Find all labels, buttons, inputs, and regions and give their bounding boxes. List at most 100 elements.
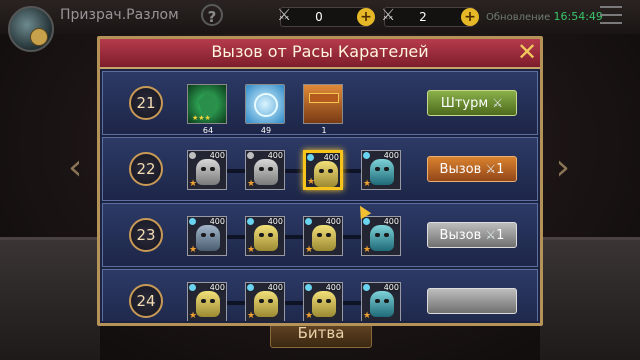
enemy-portrait[interactable]: 400 ★ <box>361 282 401 321</box>
stage-number: 22 <box>129 152 163 186</box>
enemy-portrait[interactable]: 400 ★ <box>187 150 227 190</box>
rank-star-icon: ★ <box>363 245 372 255</box>
challenge-row: 22 400 ★ 400 ★ 400 ★ 400 ★ Вызов ⚔1 <box>102 137 538 201</box>
element-dot-icon <box>189 218 196 225</box>
enemy-level: 400 <box>325 283 341 292</box>
resource-value-1: 0 <box>315 10 323 24</box>
rank-star-icon: ★ <box>305 245 314 255</box>
element-dot-icon <box>305 218 312 225</box>
element-dot-icon <box>247 284 254 291</box>
dialog-title: Вызов от Расы Карателей <box>211 42 429 61</box>
challenge-row: 23 400 ★ 400 ★ 400 ★ 400 ★ Вызов ⚔1 <box>102 203 538 267</box>
location-title: Призрач.Разлом <box>60 7 179 23</box>
rank-star-icon: ★ <box>189 311 198 321</box>
rank-star-icon: ★ <box>363 311 372 321</box>
enemy-portrait[interactable]: 400 ★ <box>361 216 401 256</box>
enemy-portrait[interactable]: 400 ★ <box>303 150 343 190</box>
resource-value-2: 2 <box>419 10 427 24</box>
element-dot-icon <box>189 284 196 291</box>
rank-star-icon: ★ <box>189 245 198 255</box>
monster-face-icon <box>254 159 278 185</box>
reward-count: 1 <box>321 126 327 135</box>
enemy-portrait[interactable]: 400 ★ <box>361 150 401 190</box>
green-gem-reward-icon[interactable]: ★★★ 64 <box>187 84 227 135</box>
element-dot-icon <box>247 218 254 225</box>
avatar[interactable] <box>8 6 54 52</box>
assault-button[interactable]: Штурм ⚔ <box>427 90 517 116</box>
enemy-level: 400 <box>209 283 225 292</box>
add-resource-2-button[interactable]: + <box>461 8 479 26</box>
challenge-dialog: Вызов от Расы Карателей ✕ 21 ★★★ 64 49 1 Штур… <box>97 36 543 326</box>
stage-number: 23 <box>129 218 163 252</box>
challenge-row: 24 400 ★ 400 ★ 400 ★ 400 ★ <box>102 269 538 321</box>
button-label: Вызов <box>439 228 482 243</box>
dialog-header: Вызов от Расы Карателей ✕ <box>100 39 540 69</box>
challenge-button[interactable]: Вызов ⚔1 <box>427 222 517 248</box>
enemy-level: 400 <box>267 151 283 160</box>
element-dot-icon <box>307 154 314 161</box>
crossed-swords-icon: ⚔ <box>485 228 497 242</box>
rank-star-icon: ★ <box>247 179 256 189</box>
button-label: Вызов <box>439 162 482 177</box>
update-label: Обновление <box>486 12 551 23</box>
enemy-level: 400 <box>267 283 283 292</box>
enemy-portrait[interactable]: 400 ★ <box>187 216 227 256</box>
crossed-swords-icon: ⚔ <box>485 162 497 176</box>
challenge-button[interactable] <box>427 288 517 314</box>
monster-face-icon <box>370 291 394 317</box>
help-icon[interactable]: ? <box>201 4 223 26</box>
enemy-portrait[interactable]: 400 ★ <box>245 150 285 190</box>
monster-face-icon <box>254 225 278 251</box>
menu-icon[interactable] <box>596 0 626 28</box>
enemy-level: 400 <box>323 153 339 162</box>
nav-left-arrow-icon[interactable]: ‹ <box>68 150 82 186</box>
challenge-list[interactable]: 21 ★★★ 64 49 1 Штурм ⚔ 22 400 ★ 400 ★ 400 ★ 400 ★ Вызов… <box>102 71 538 321</box>
close-button[interactable]: ✕ <box>516 40 538 64</box>
monster-face-icon <box>312 291 336 317</box>
monster-face-icon <box>196 291 220 317</box>
enemy-portrait[interactable]: 400 ★ <box>303 216 343 256</box>
reward-count: 49 <box>260 126 272 135</box>
treasure-chest-reward-icon[interactable]: 1 <box>303 84 343 135</box>
background-pillar-left <box>0 237 100 360</box>
stage-number: 24 <box>129 284 163 318</box>
element-dot-icon <box>363 152 370 159</box>
element-dot-icon <box>363 218 370 225</box>
top-bar: Призрач.Разлом ? ⚔ 0 + ⚔ 2 + Обновление … <box>0 0 640 34</box>
reward-stars: ★★★ <box>192 114 211 122</box>
enemy-portrait[interactable]: 400 ★ <box>303 282 343 321</box>
button-count: 1 <box>496 228 505 243</box>
add-resource-1-button[interactable]: + <box>357 8 375 26</box>
button-label: Штурм <box>440 96 489 111</box>
challenge-button[interactable]: Вызов ⚔1 <box>427 156 517 182</box>
enemy-portrait[interactable]: 400 ★ <box>187 282 227 321</box>
element-dot-icon <box>189 152 196 159</box>
monster-face-icon <box>370 159 394 185</box>
avatar-badge-icon <box>30 28 48 46</box>
crossed-swords-icon: ⚔ <box>492 96 504 110</box>
blue-orb-reward-icon[interactable]: 49 <box>245 84 285 135</box>
monster-face-icon <box>314 161 338 187</box>
enemy-level: 400 <box>383 217 399 226</box>
enemy-portrait[interactable]: 400 ★ <box>245 282 285 321</box>
element-dot-icon <box>305 284 312 291</box>
rank-star-icon: ★ <box>247 245 256 255</box>
monster-face-icon <box>196 225 220 251</box>
update-timer: Обновление 16:54:49 <box>486 10 603 23</box>
enemy-portrait[interactable]: 400 ★ <box>245 216 285 256</box>
stage-number: 21 <box>129 86 163 120</box>
button-count: 1 <box>496 162 505 177</box>
enemy-level: 400 <box>325 217 341 226</box>
background-pillar-right <box>540 237 640 360</box>
monster-face-icon <box>312 225 336 251</box>
reward-count: 64 <box>202 126 214 135</box>
resource-counter-2: ⚔ 2 + <box>381 5 479 27</box>
nav-right-arrow-icon[interactable]: › <box>556 150 570 186</box>
rank-star-icon: ★ <box>307 177 316 187</box>
enemy-level: 400 <box>209 151 225 160</box>
monster-face-icon <box>254 291 278 317</box>
enemy-level: 400 <box>383 151 399 160</box>
rank-star-icon: ★ <box>305 311 314 321</box>
rank-star-icon: ★ <box>363 179 372 189</box>
enemy-level: 400 <box>267 217 283 226</box>
